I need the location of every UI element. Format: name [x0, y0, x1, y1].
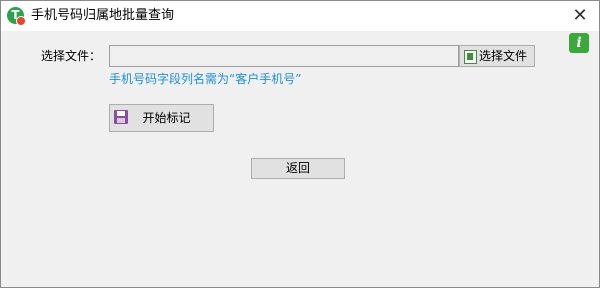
- back-button[interactable]: 返回: [251, 158, 345, 179]
- close-icon[interactable]: ✕: [569, 5, 591, 27]
- excel-file-icon: [464, 50, 477, 64]
- start-marking-button[interactable]: 开始标记: [109, 104, 214, 132]
- choose-file-label: 选择文件: [479, 49, 528, 63]
- column-name-hint: 手机号码字段列名需为“客户手机号”: [109, 72, 302, 86]
- window-title: 手机号码归属地批量查询: [31, 8, 175, 23]
- file-path-field[interactable]: [109, 45, 459, 67]
- main-window: T 手机号码归属地批量查询 ✕ i 选择文件： 选择文件 手机号码字段列名需为“…: [0, 0, 600, 288]
- app-logo-icon: T: [7, 7, 26, 26]
- title-bar: T 手机号码归属地批量查询 ✕: [1, 1, 599, 31]
- choose-file-button[interactable]: 选择文件: [459, 45, 535, 67]
- start-marking-label: 开始标记: [142, 111, 191, 125]
- file-label: 选择文件：: [41, 49, 102, 63]
- info-icon[interactable]: i: [569, 33, 589, 53]
